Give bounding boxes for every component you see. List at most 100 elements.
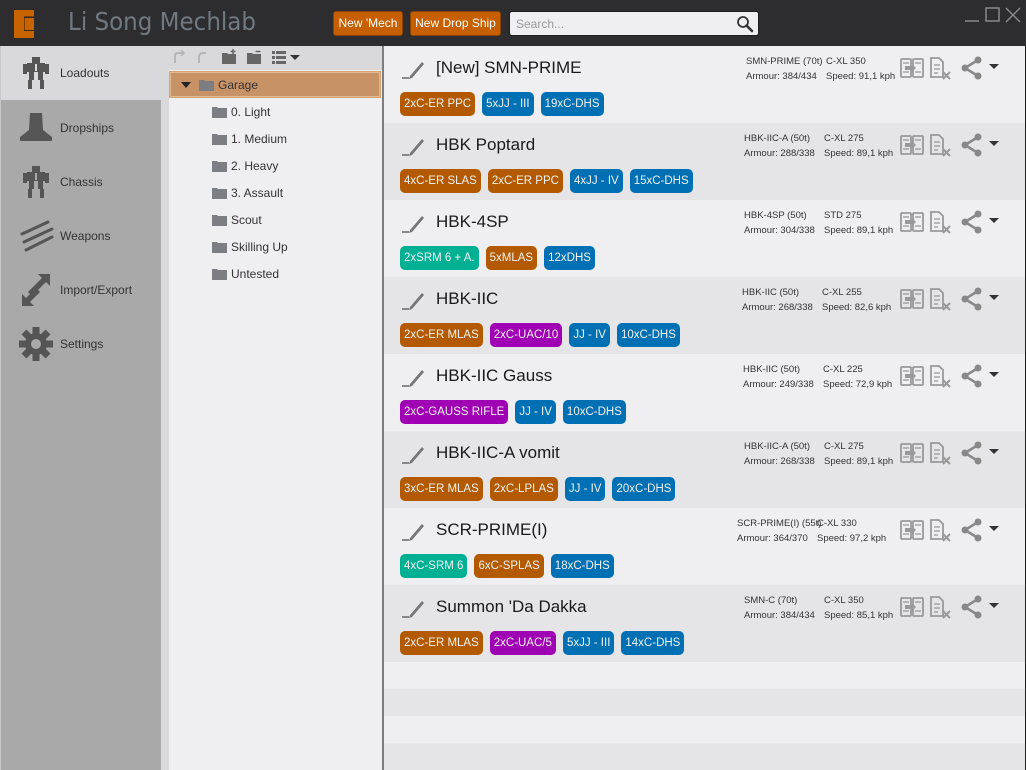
loadout-armour: Armour: 384/434	[746, 71, 817, 82]
undo-icon[interactable]	[171, 49, 187, 65]
clone-loadout-icon[interactable]	[900, 55, 924, 81]
sidebar-item-settings[interactable]: Settings	[1, 317, 162, 371]
edit-pencil-icon[interactable]	[400, 212, 426, 234]
new-dropship-button[interactable]: New Drop Ship	[410, 11, 501, 36]
chevron-down-icon[interactable]	[988, 293, 1000, 303]
delete-loadout-icon[interactable]	[930, 594, 952, 620]
delete-loadout-icon[interactable]	[930, 440, 952, 466]
loadout-engine: C-XL 350	[824, 595, 864, 606]
loadout-name[interactable]: HBK-IIC Gauss	[436, 366, 552, 386]
share-icon[interactable]	[960, 518, 982, 542]
loadout-stats: HBK-IIC (50t) Armour: 268/338 C-XL 255 S…	[742, 285, 891, 315]
clone-loadout-icon[interactable]	[900, 517, 924, 543]
expand-arrow-icon[interactable]	[181, 80, 191, 90]
folder-icon	[212, 214, 227, 226]
loadout-chassis: HBK-4SP (50t)	[744, 210, 807, 221]
loadout-row[interactable]: HBK Poptard HBK-IIC-A (50t) Armour: 288/…	[384, 123, 1025, 200]
chevron-down-icon[interactable]	[988, 447, 1000, 457]
clone-loadout-icon[interactable]	[900, 363, 924, 389]
new-mech-button[interactable]: New 'Mech	[333, 11, 403, 36]
share-icon[interactable]	[960, 364, 982, 388]
sidebar-item-chassis[interactable]: Chassis	[1, 155, 162, 209]
loadout-name[interactable]: HBK-IIC-A vomit	[436, 443, 560, 463]
loadout-row[interactable]: HBK-IIC-A vomit HBK-IIC-A (50t) Armour: …	[384, 431, 1025, 508]
delete-loadout-icon[interactable]	[930, 209, 952, 235]
clone-loadout-icon[interactable]	[900, 209, 924, 235]
equipment-tag: 4xJJ - IV	[569, 169, 623, 193]
tree-node-folder[interactable]: 2. Heavy	[169, 152, 381, 179]
loadout-armour: Armour: 364/370	[737, 533, 808, 544]
chevron-down-icon[interactable]	[988, 62, 1000, 72]
loadout-name[interactable]: SCR-PRIME(I)	[436, 520, 547, 540]
tree-node-folder[interactable]: Untested	[169, 260, 381, 287]
loadout-name[interactable]: Summon 'Da Dakka	[436, 597, 587, 617]
tree-node-folder[interactable]: 0. Light	[169, 98, 381, 125]
redo-icon[interactable]	[195, 49, 211, 65]
tree-node-folder[interactable]: 3. Assault	[169, 179, 381, 206]
loadout-engine: C-XL 275	[824, 441, 864, 452]
loadout-name[interactable]: HBK-4SP	[436, 212, 509, 232]
delete-loadout-icon[interactable]	[930, 286, 952, 312]
minimize-icon[interactable]	[963, 6, 981, 24]
share-icon[interactable]	[960, 210, 982, 234]
loadout-speed: Speed: 82,6 kph	[822, 302, 892, 313]
chassis-icon	[23, 166, 49, 198]
loadout-row[interactable]: SCR-PRIME(I) SCR-PRIME(I) (55t) Armour: …	[384, 508, 1025, 585]
share-icon[interactable]	[960, 56, 982, 80]
remove-folder-icon[interactable]	[246, 49, 262, 65]
tree-node-garage[interactable]: Garage	[169, 71, 381, 98]
equipment-tag: 3xC-ER MLAS	[400, 477, 483, 501]
tree-node-folder[interactable]: Scout	[169, 206, 381, 233]
share-icon[interactable]	[960, 133, 982, 157]
loadout-row[interactable]: HBK-4SP HBK-4SP (50t) Armour: 304/338 ST…	[384, 200, 1025, 277]
delete-loadout-icon[interactable]	[930, 132, 952, 158]
sidebar-item-dropships[interactable]: Dropships	[1, 101, 162, 155]
search-icon[interactable]	[736, 15, 754, 33]
new-folder-icon[interactable]	[221, 49, 237, 65]
chevron-down-icon[interactable]	[988, 601, 1000, 611]
clone-loadout-icon[interactable]	[900, 440, 924, 466]
tree-node-folder[interactable]: 1. Medium	[169, 125, 381, 152]
weapons-icon	[20, 220, 54, 252]
edit-pencil-icon[interactable]	[400, 289, 426, 311]
loadout-name[interactable]: HBK Poptard	[436, 135, 535, 155]
loadout-name[interactable]: HBK-IIC	[436, 289, 498, 309]
loadout-name[interactable]: [New] SMN-PRIME	[436, 58, 581, 78]
chevron-down-icon[interactable]	[988, 524, 1000, 534]
chevron-down-icon[interactable]	[289, 49, 301, 65]
chevron-down-icon[interactable]	[988, 139, 1000, 149]
clone-loadout-icon[interactable]	[900, 286, 924, 312]
loadout-row[interactable]: HBK-IIC HBK-IIC (50t) Armour: 268/338 C-…	[384, 277, 1025, 354]
sidebar-item-loadouts[interactable]: Loadouts	[1, 46, 170, 100]
tree-node-folder[interactable]: Skilling Up	[169, 233, 381, 260]
sidebar-item-weapons[interactable]: Weapons	[1, 209, 162, 263]
search-input[interactable]	[510, 12, 730, 35]
chevron-down-icon[interactable]	[988, 370, 1000, 380]
delete-loadout-icon[interactable]	[930, 517, 952, 543]
loadout-stats: HBK-IIC-A (50t) Armour: 288/338 C-XL 275…	[744, 131, 893, 161]
close-icon[interactable]	[1004, 6, 1022, 24]
loadout-armour: Armour: 384/434	[744, 610, 815, 621]
edit-pencil-icon[interactable]	[400, 366, 426, 388]
edit-pencil-icon[interactable]	[400, 443, 426, 465]
share-icon[interactable]	[960, 441, 982, 465]
loadout-row[interactable]: HBK-IIC Gauss HBK-IIC (50t) Armour: 249/…	[384, 354, 1025, 431]
clone-loadout-icon[interactable]	[900, 132, 924, 158]
share-icon[interactable]	[960, 287, 982, 311]
share-icon[interactable]	[960, 595, 982, 619]
delete-loadout-icon[interactable]	[930, 55, 952, 81]
edit-pencil-icon[interactable]	[400, 135, 426, 157]
maximize-icon[interactable]	[984, 6, 1002, 24]
loadout-row[interactable]: Summon 'Da Dakka SMN-C (70t) Armour: 384…	[384, 585, 1025, 662]
edit-pencil-icon[interactable]	[400, 58, 426, 80]
edit-pencil-icon[interactable]	[400, 597, 426, 619]
clone-loadout-icon[interactable]	[900, 594, 924, 620]
chevron-down-icon[interactable]	[988, 216, 1000, 226]
loadout-row[interactable]: [New] SMN-PRIME SMN-PRIME (70t) Armour: …	[384, 46, 1025, 123]
delete-loadout-icon[interactable]	[930, 363, 952, 389]
equipment-tag: JJ - IV	[564, 477, 606, 501]
sidebar-item-import-export[interactable]: Import/Export	[1, 263, 162, 317]
list-view-icon[interactable]	[271, 49, 287, 65]
loadout-tags: 4xC-SRM 6 6xC-SPLAS 18xC-DHS	[400, 554, 614, 578]
edit-pencil-icon[interactable]	[400, 520, 426, 542]
